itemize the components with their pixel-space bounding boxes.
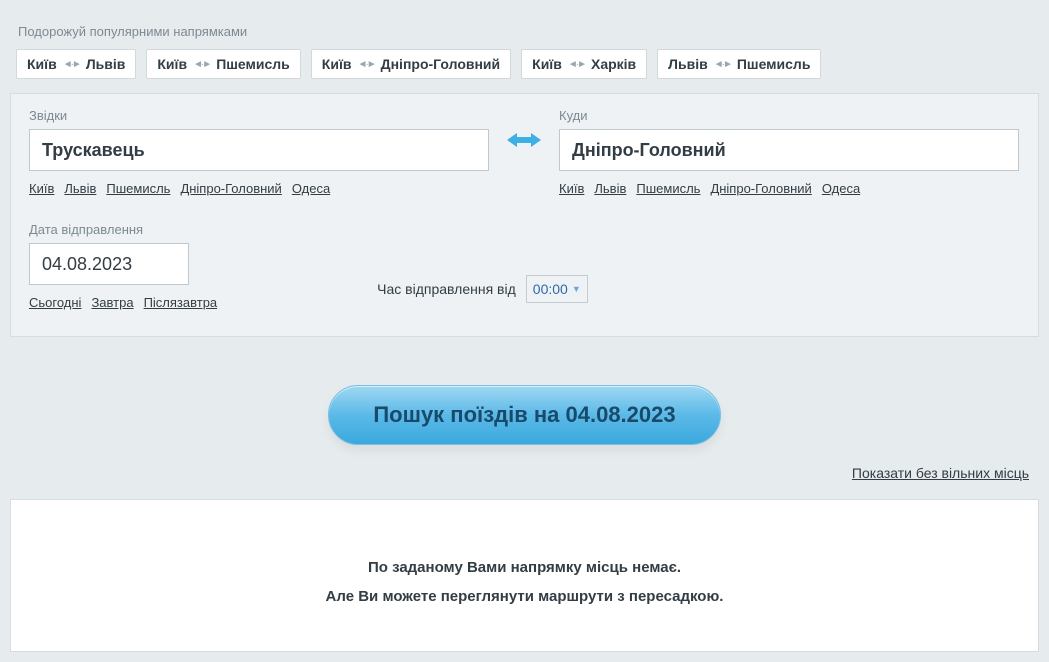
date-input[interactable] bbox=[29, 243, 189, 285]
to-label: Куди bbox=[559, 108, 1019, 123]
quick-link[interactable]: Львів bbox=[594, 181, 626, 196]
time-select[interactable]: 00:00 ▼ bbox=[526, 275, 588, 303]
time-value: 00:00 bbox=[533, 281, 568, 297]
chip-from: Львів bbox=[668, 56, 708, 72]
from-label: Звідки bbox=[29, 108, 489, 123]
from-input[interactable] bbox=[29, 129, 489, 171]
quick-link[interactable]: Пшемисль bbox=[106, 181, 170, 196]
quick-link[interactable]: Дніпро-Головний bbox=[180, 181, 281, 196]
swap-arrow-icon: ◄·► bbox=[63, 59, 80, 70]
popular-route-chip[interactable]: Київ ◄·► Пшемисль bbox=[146, 49, 300, 79]
swap-arrow-icon: ◄·► bbox=[568, 59, 585, 70]
date-link-tomorrow[interactable]: Завтра bbox=[91, 295, 133, 310]
search-panel: Звідки Київ Львів Пшемисль Дніпро-Головн… bbox=[10, 93, 1039, 337]
swap-icon[interactable] bbox=[507, 130, 541, 153]
quick-link[interactable]: Дніпро-Головний bbox=[710, 181, 811, 196]
popular-route-chip[interactable]: Київ ◄·► Львів bbox=[16, 49, 136, 79]
swap-arrow-icon: ◄·► bbox=[714, 59, 731, 70]
chip-from: Київ bbox=[532, 56, 562, 72]
chip-to: Пшемисль bbox=[737, 56, 811, 72]
chip-to: Дніпро-Головний bbox=[381, 56, 501, 72]
date-quick-links: Сьогодні Завтра Післязавтра bbox=[29, 295, 217, 310]
popular-route-chip[interactable]: Київ ◄·► Дніпро-Головний bbox=[311, 49, 511, 79]
popular-route-chip[interactable]: Київ ◄·► Харків bbox=[521, 49, 647, 79]
from-quick-links: Київ Львів Пшемисль Дніпро-Головний Одес… bbox=[29, 181, 489, 196]
swap-arrow-icon: ◄·► bbox=[193, 59, 210, 70]
swap-arrow-icon: ◄·► bbox=[358, 59, 375, 70]
date-link-today[interactable]: Сьогодні bbox=[29, 295, 81, 310]
popular-routes-row: Київ ◄·► Львів Київ ◄·► Пшемисль Київ ◄·… bbox=[10, 49, 1039, 93]
result-panel: По заданому Вами напрямку місць немає. А… bbox=[10, 499, 1039, 652]
chip-from: Київ bbox=[322, 56, 352, 72]
quick-link[interactable]: Пшемисль bbox=[636, 181, 700, 196]
popular-route-chip[interactable]: Львів ◄·► Пшемисль bbox=[657, 49, 821, 79]
quick-link[interactable]: Одеса bbox=[822, 181, 860, 196]
quick-link[interactable]: Київ bbox=[29, 181, 54, 196]
result-line-1: По заданому Вами напрямку місць немає. bbox=[31, 554, 1018, 583]
to-quick-links: Київ Львів Пшемисль Дніпро-Головний Одес… bbox=[559, 181, 1019, 196]
quick-link[interactable]: Одеса bbox=[292, 181, 330, 196]
chip-to: Пшемисль bbox=[216, 56, 290, 72]
time-label: Час відправлення від bbox=[377, 281, 516, 297]
chip-to: Львів bbox=[86, 56, 126, 72]
quick-link[interactable]: Київ bbox=[559, 181, 584, 196]
chip-from: Київ bbox=[27, 56, 57, 72]
date-link-day-after[interactable]: Післязавтра bbox=[144, 295, 218, 310]
chip-from: Київ bbox=[157, 56, 187, 72]
date-label: Дата відправлення bbox=[29, 222, 217, 237]
chevron-down-icon: ▼ bbox=[572, 284, 581, 294]
to-input[interactable] bbox=[559, 129, 1019, 171]
popular-heading: Подорожуй популярними напрямками bbox=[10, 0, 1039, 49]
quick-link[interactable]: Львів bbox=[64, 181, 96, 196]
result-line-2: Але Ви можете переглянути маршрути з пер… bbox=[31, 583, 1018, 612]
chip-to: Харків bbox=[591, 56, 636, 72]
search-button[interactable]: Пошук поїздів на 04.08.2023 bbox=[328, 385, 720, 445]
show-without-free-link[interactable]: Показати без вільних місць bbox=[852, 465, 1029, 481]
